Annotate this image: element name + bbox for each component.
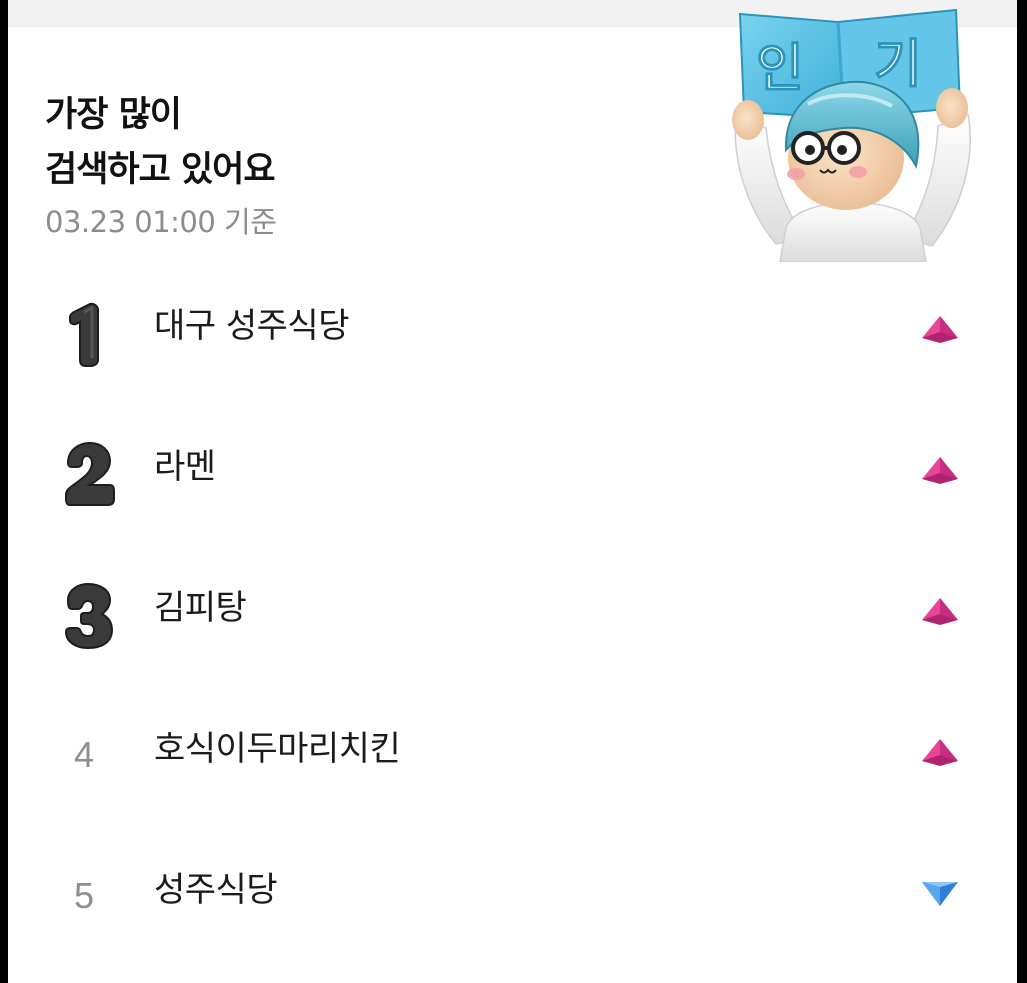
page-title-line-1: 가장 많이 (45, 95, 182, 135)
list-item[interactable]: 대구 성주식당 (8, 262, 1017, 403)
list-item[interactable]: 4 호식이두마리치킨 (8, 685, 1017, 826)
rank-2-badge (65, 441, 115, 506)
rank-number: 5 (73, 875, 95, 916)
triangle-up-icon (922, 457, 958, 484)
list-item[interactable]: 김피탕 (8, 544, 1017, 685)
list-item[interactable]: 라멘 (8, 403, 1017, 544)
search-keyword[interactable]: 성주식당 (154, 862, 278, 918)
rank-number: 4 (73, 734, 95, 775)
search-keyword[interactable]: 라멘 (154, 439, 216, 495)
triangle-up-icon (922, 316, 958, 343)
rank-1-badge (69, 302, 99, 367)
search-keyword[interactable]: 호식이두마리치킨 (154, 721, 401, 777)
triangle-up-icon (922, 598, 958, 625)
page-title-line-2: 검색하고 있어요 (45, 150, 276, 190)
search-keyword[interactable]: 대구 성주식당 (154, 298, 350, 354)
search-keyword[interactable]: 김피탕 (154, 580, 247, 636)
triangle-up-icon (922, 739, 958, 766)
popular-searches-page: 가장 많이 검색하고 있어요 03.23 01:00 기준 인 기 대구 성주식… (0, 0, 1027, 983)
list-item[interactable]: 5 성주식당 (8, 826, 1017, 967)
screen-edge-left (0, 0, 8, 983)
sign-char-1: 인 (756, 39, 804, 99)
popular-search-list: 대구 성주식당 라멘 김피탕 4 호식이두마리치킨 5 성주식당 (8, 262, 1017, 967)
page-title: 가장 많이 검색하고 있어요 (45, 88, 605, 198)
triangle-down-icon (922, 882, 958, 906)
mascot-illustration: 인 기 (732, 8, 971, 262)
rank-3-badge (64, 582, 114, 650)
screen-edge-right (1017, 0, 1027, 983)
update-timestamp: 03.23 01:00 기준 (45, 205, 277, 239)
